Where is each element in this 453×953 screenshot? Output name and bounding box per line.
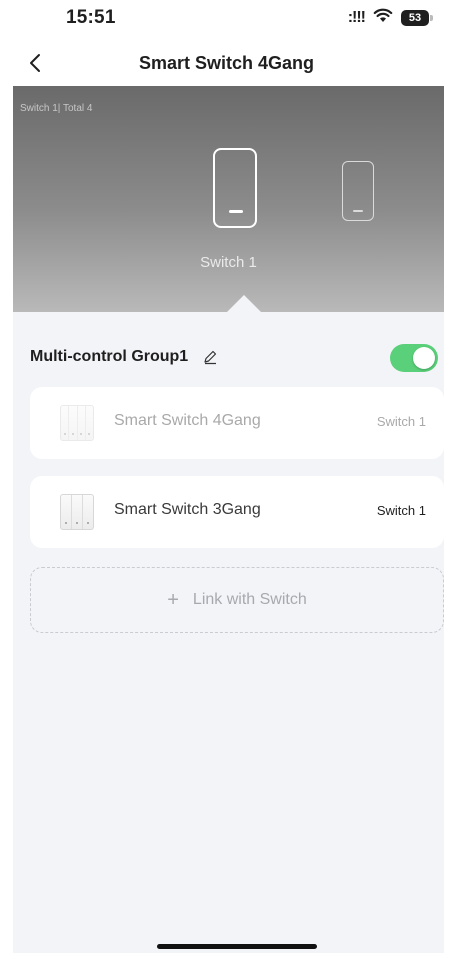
- switch-2-illustration[interactable]: [342, 161, 374, 221]
- group-enable-toggle[interactable]: [390, 344, 438, 372]
- linked-device-card[interactable]: Smart Switch 3Gang Switch 1: [30, 476, 444, 548]
- switch-selector[interactable]: Switch 1| Total 4 Switch 1: [13, 86, 444, 312]
- group-title: Multi-control Group1: [30, 348, 189, 365]
- battery-level: 53: [408, 12, 422, 24]
- signal-icon: :!!!: [347, 9, 366, 26]
- device-4gang-icon: [60, 405, 94, 441]
- edit-icon[interactable]: [200, 347, 220, 367]
- linked-device-card[interactable]: Smart Switch 4Gang Switch 1: [30, 387, 444, 459]
- selection-pointer: [227, 295, 261, 312]
- selected-switch-label: Switch 1: [200, 254, 257, 271]
- device-switch-label: Switch 1: [376, 414, 426, 429]
- plus-icon: +: [167, 589, 179, 611]
- switch-1-illustration[interactable]: [213, 148, 257, 228]
- switch-count-caption: Switch 1| Total 4: [20, 103, 93, 114]
- wifi-icon: [373, 8, 393, 28]
- device-switch-label: Switch 1: [376, 503, 426, 518]
- link-with-switch-button[interactable]: + Link with Switch: [30, 567, 444, 633]
- page-title: Smart Switch 4Gang: [138, 53, 315, 73]
- status-time: 15:51: [66, 7, 116, 28]
- link-with-switch-label: Link with Switch: [192, 591, 307, 608]
- group-content: Multi-control Group1 Smart Switch 4Gang …: [13, 312, 444, 953]
- group-header: Multi-control Group1: [13, 344, 444, 372]
- navigation-bar: Smart Switch 4Gang: [0, 44, 453, 84]
- home-indicator: [157, 944, 317, 949]
- status-icons: :!!! 53: [347, 8, 433, 28]
- battery-icon: 53: [401, 10, 433, 26]
- status-bar: 15:51 :!!! 53: [0, 0, 453, 44]
- device-3gang-icon: [60, 494, 94, 530]
- device-name: Smart Switch 3Gang: [114, 501, 261, 518]
- device-name: Smart Switch 4Gang: [114, 412, 261, 429]
